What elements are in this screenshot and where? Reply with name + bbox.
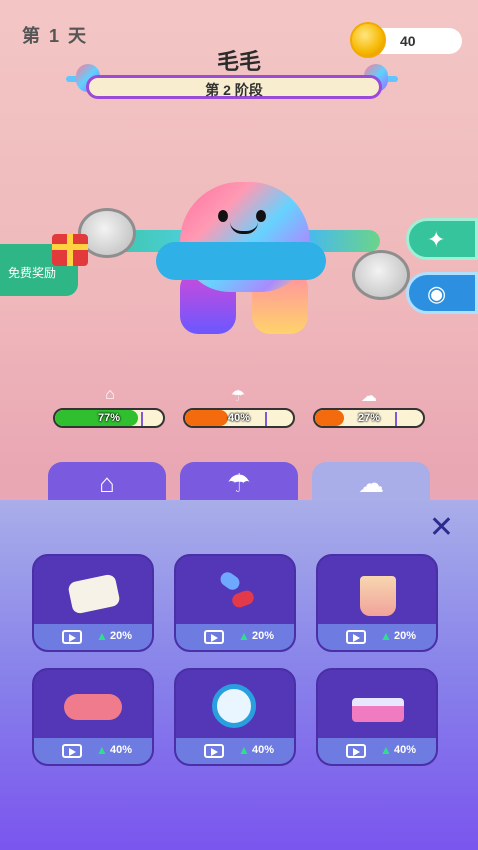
stage-progress-bar: 第 2 阶段 — [86, 75, 382, 99]
clean-stat-bar: 40% — [183, 408, 295, 428]
pillow-icon — [67, 573, 121, 615]
item-boost: 20% — [110, 630, 133, 642]
pet-right-hand — [352, 250, 410, 300]
eye-mask-icon — [64, 694, 122, 720]
sunglasses-button[interactable]: ◉ — [406, 272, 478, 314]
pet-eye-left — [218, 210, 228, 222]
food-cloche-icon: ⌂ — [105, 386, 115, 403]
food-stat-percent: 77% — [97, 412, 121, 424]
free-reward-button[interactable]: 免费奖励 — [0, 234, 88, 296]
tab-shower[interactable]: ☂ — [180, 462, 298, 504]
sleep-stat-percent: 27% — [357, 412, 381, 424]
item-card-pills[interactable]: ▲ 20% — [174, 554, 296, 652]
food-shower-icon: ✦ — [427, 227, 446, 252]
pill-icon — [217, 569, 243, 593]
cup-icon — [360, 576, 396, 616]
free-reward-label: 免费奖励 — [8, 266, 57, 280]
close-icon[interactable]: ✕ — [429, 510, 454, 545]
shower-icon: ☂ — [230, 388, 246, 405]
food-stat-bar: 77% — [53, 408, 165, 428]
sleep-cloud-icon: ☁ — [361, 388, 377, 405]
pet-eye-right — [256, 210, 266, 222]
alarm-clock-icon — [212, 684, 256, 728]
item-card-alarm-clock[interactable]: ▲ 40% — [174, 668, 296, 766]
video-ad-icon — [346, 630, 366, 644]
pet-belt — [156, 242, 326, 280]
gift-icon — [52, 234, 88, 266]
boost-arrow-icon: ▲ — [96, 743, 108, 757]
video-ad-icon — [62, 630, 82, 644]
clean-stat-percent: 40% — [227, 412, 251, 424]
item-card-bed[interactable]: ▲ 40% — [316, 668, 438, 766]
item-card-eye-mask[interactable]: ▲ 40% — [32, 668, 154, 766]
item-boost: 40% — [394, 744, 417, 756]
pet-character[interactable] — [60, 170, 420, 350]
boost-arrow-icon: ▲ — [238, 743, 250, 757]
video-ad-icon — [204, 744, 224, 758]
tab-sleep[interactable]: ☁ — [312, 462, 430, 504]
boost-arrow-icon: ▲ — [380, 629, 392, 643]
pill-icon — [230, 588, 256, 610]
video-ad-icon — [346, 744, 366, 758]
item-card-pillow[interactable]: ▲ 20% — [32, 554, 154, 652]
item-boost: 40% — [110, 744, 133, 756]
food-cloche-icon: ⌂ — [99, 468, 115, 498]
boost-arrow-icon: ▲ — [96, 629, 108, 643]
bed-icon — [352, 698, 404, 722]
wardrobe-button[interactable]: ✦ — [406, 218, 478, 260]
shower-icon: ☂ — [227, 468, 251, 498]
item-boost: 20% — [394, 630, 417, 642]
item-boost: 20% — [252, 630, 275, 642]
sleep-cloud-icon: ☁ — [358, 468, 384, 498]
video-ad-icon — [204, 630, 224, 644]
item-boost: 40% — [252, 744, 275, 756]
sleep-stat-bar: 27% — [313, 408, 425, 428]
sunglasses-icon: ◉ — [427, 281, 447, 306]
stage-label: 第 2 阶段 — [205, 82, 263, 98]
video-ad-icon — [62, 744, 82, 758]
items-panel: ✕ ▲ 20% ▲ 20% ▲ 20% ▲ 40% ▲ 40% ▲ 40% — [0, 500, 478, 850]
tab-food[interactable]: ⌂ — [48, 462, 166, 504]
boost-arrow-icon: ▲ — [238, 629, 250, 643]
boost-arrow-icon: ▲ — [380, 743, 392, 757]
item-card-cup[interactable]: ▲ 20% — [316, 554, 438, 652]
